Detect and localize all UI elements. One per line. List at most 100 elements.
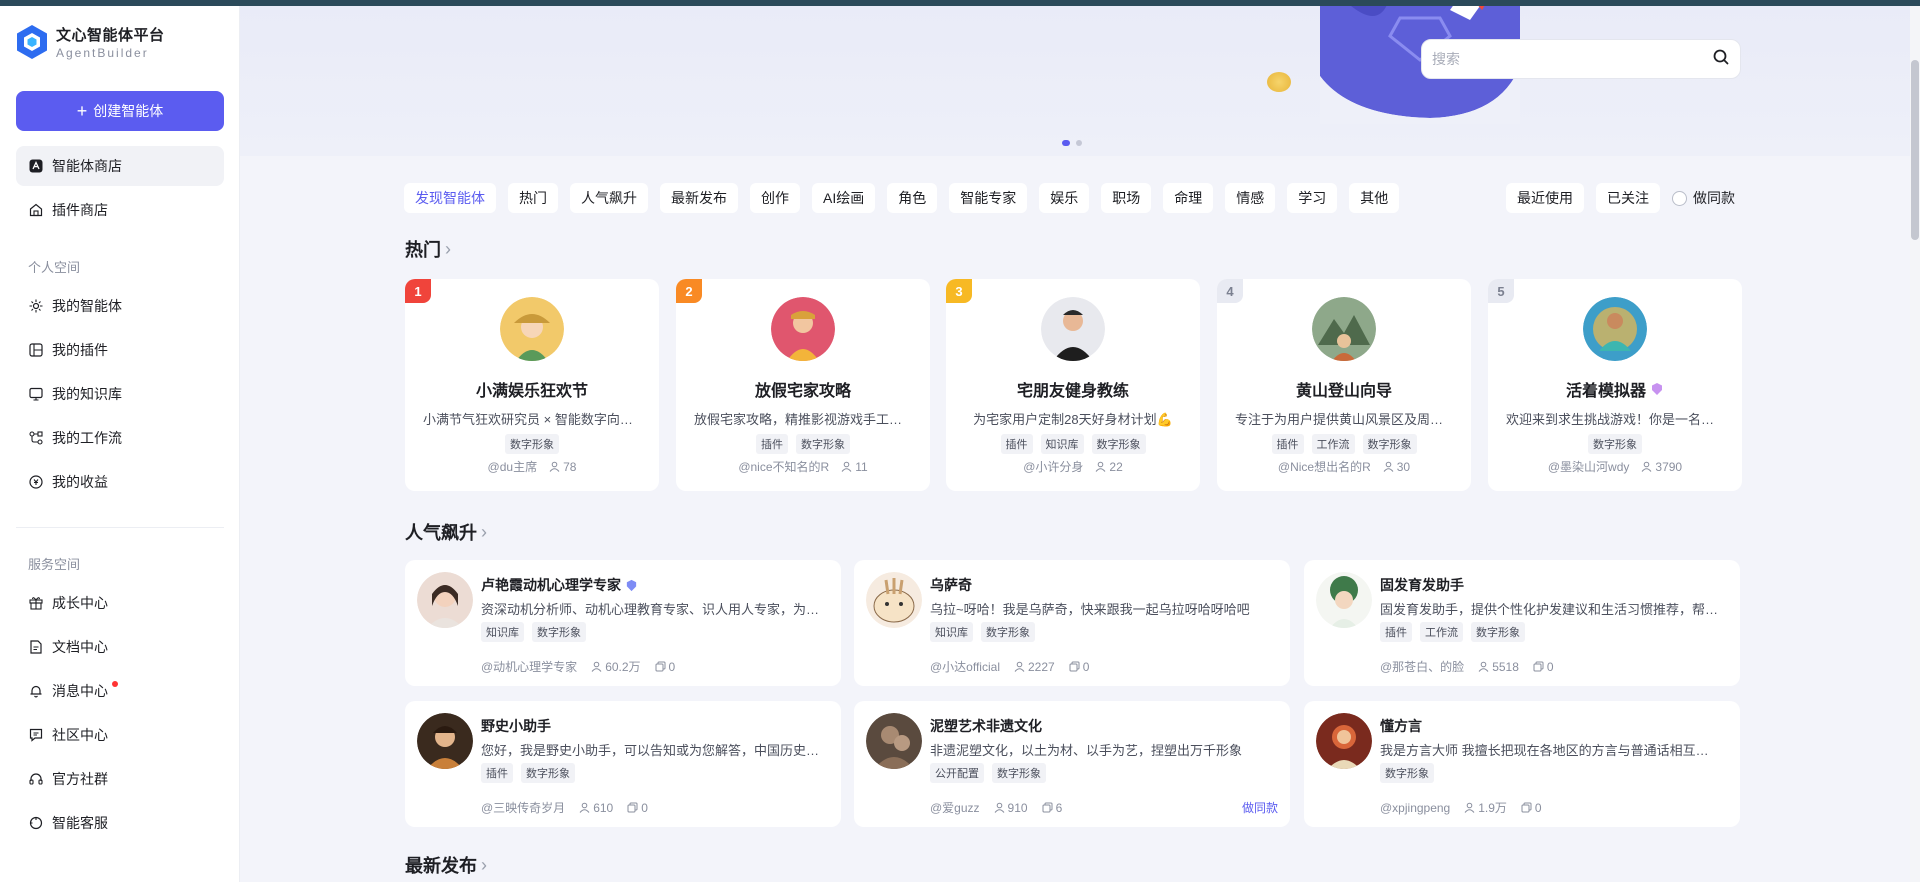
agent-author[interactable]: @那苍白、的脸 — [1380, 658, 1464, 675]
agent-name: 宅朋友健身教练 — [1016, 383, 1129, 400]
popular-agent-card[interactable]: 懂方言 我是方言大师 我擅长把现在各地区的方言与普通话相互转换 数字形象 @xp… — [1304, 701, 1740, 827]
popular-agent-card[interactable]: 卢艳霞动机心理学专家 资深动机分析师、动机心理教育专家、识人用人专家，为你答疑 … — [405, 560, 841, 686]
sidebar-item-agent-store[interactable]: 智能体商店 — [16, 146, 224, 186]
sidebar-item-message-center[interactable]: 消息中心 — [16, 671, 224, 711]
agent-name: 野史小助手 — [481, 718, 551, 734]
knowledge-icon — [28, 386, 44, 402]
sidebar-item-my-earnings[interactable]: 我的收益 — [16, 462, 224, 502]
agent-author[interactable]: @xpjingpeng — [1380, 799, 1450, 816]
sidebar-item-doc-center[interactable]: 文档中心 — [16, 627, 224, 667]
hot-agent-card[interactable]: 4 黄山登山向导 专注于为用户提供黄山风景区及周边旅游信息 插件 工作流 数字形… — [1217, 279, 1471, 491]
filter-chip-expert[interactable]: 智能专家 — [949, 183, 1028, 213]
make-same-radio[interactable] — [1672, 190, 1687, 206]
agent-description: 非遗泥塑文化，以土为材、以手为艺，捏塑出万千形象 — [930, 743, 1243, 758]
sidebar-item-label: 插件商店 — [52, 202, 108, 218]
agent-copy-count: 0 — [627, 799, 648, 816]
sidebar-item-my-agents[interactable]: 我的智能体 — [16, 286, 224, 326]
agent-tag: 数字形象 — [1588, 434, 1642, 454]
workflow-icon — [28, 430, 44, 446]
make-same-toggle[interactable]: 做同款 — [1672, 188, 1735, 208]
gift-icon — [28, 595, 44, 611]
agent-meta: @三映传奇岁月 610 0 — [481, 799, 662, 816]
filter-chip-workplace[interactable]: 职场 — [1101, 183, 1152, 213]
agent-tag: 插件 — [1271, 434, 1304, 454]
section-title-rising[interactable]: 人气飙升 › — [405, 519, 487, 545]
agent-avatar — [500, 297, 564, 361]
sidebar-item-label: 我的收益 — [52, 474, 108, 490]
verified-badge-icon — [1652, 383, 1662, 395]
popular-agent-card[interactable]: 野史小助手 您好，我是野史小助手，可以告知或为您解答，中国历史上的野史 插件 数… — [405, 701, 841, 827]
agent-description: 欢迎来到求生挑战游戏！你是一名幸存者 — [1506, 412, 1724, 427]
filter-chip-entertainment[interactable]: 娱乐 — [1039, 183, 1090, 213]
popular-agent-card[interactable]: 固发育发助手 固发育发助手，提供个性化护发建议和生活习惯推荐，帮你养出好发 插件… — [1304, 560, 1740, 686]
agent-author[interactable]: @墨染山河wdy — [1548, 458, 1630, 475]
agent-avatar — [417, 713, 473, 769]
filter-chip-emotion[interactable]: 情感 — [1225, 183, 1276, 213]
popular-agent-card[interactable]: 泥塑艺术非遗文化 非遗泥塑文化，以土为材、以手为艺，捏塑出万千形象 公开配置 数… — [854, 701, 1290, 827]
filter-chip-creation[interactable]: 创作 — [750, 183, 800, 213]
agent-author[interactable]: @动机心理学专家 — [481, 658, 577, 675]
agent-description: 乌拉~呀哈！我是乌萨奇，快来跟我一起乌拉呀哈呀哈吧 — [930, 602, 1250, 617]
filter-chip-discover[interactable]: 发现智能体 — [404, 183, 496, 213]
agent-avatar — [1041, 297, 1105, 361]
agent-author[interactable]: @nice不知名的R — [738, 458, 829, 475]
agent-copy-count: 0 — [1069, 658, 1089, 675]
make-same-link[interactable]: 做同款 — [1242, 799, 1278, 816]
filter-chip-other[interactable]: 其他 — [1349, 183, 1400, 213]
hero-banner[interactable] — [240, 6, 1910, 156]
banner-dot-active[interactable] — [1062, 140, 1070, 146]
user-icon — [591, 661, 602, 672]
agent-copy-count: 6 — [1042, 799, 1062, 816]
recent-used-button[interactable]: 最近使用 — [1506, 183, 1584, 213]
user-icon — [994, 802, 1004, 813]
sidebar-item-community-center[interactable]: 社区中心 — [16, 715, 224, 755]
filter-chip-ai-painting[interactable]: AI绘画 — [812, 183, 876, 213]
user-icon — [1096, 461, 1106, 472]
sidebar-item-my-knowledge[interactable]: 我的知识库 — [16, 374, 224, 414]
hot-agent-card[interactable]: 1 小满娱乐狂欢节 小满节气狂欢研究员 × 智能数字向导，欢迎来体验 数字形象 … — [405, 279, 659, 491]
filter-chip-role[interactable]: 角色 — [887, 183, 938, 213]
filter-chip-hot[interactable]: 热门 — [508, 183, 558, 213]
agent-author[interactable]: @小达official — [930, 658, 1000, 675]
section-title-text: 最新发布 — [405, 856, 477, 876]
sidebar-item-growth-center[interactable]: 成长中心 — [16, 583, 224, 623]
banner-pagination — [1062, 140, 1088, 146]
filter-chip-fortune[interactable]: 命理 — [1163, 183, 1214, 213]
search-icon[interactable] — [1712, 48, 1730, 71]
hot-agent-card[interactable]: 5 活着模拟器 欢迎来到求生挑战游戏！你是一名幸存者 数字形象 @墨染山河wdy… — [1488, 279, 1742, 491]
sidebar-item-label: 我的知识库 — [52, 386, 122, 402]
brand-logo[interactable]: 文心智能体平台 AgentBuilder — [16, 24, 165, 60]
hot-agent-card[interactable]: 3 宅朋友健身教练 为宅家用户定制28天好身材计划💪 插件 知识库 数字形象 @… — [946, 279, 1200, 491]
chevron-right-icon: › — [445, 238, 451, 259]
section-title-newest[interactable]: 最新发布 › — [405, 852, 487, 878]
agent-tags: 插件 知识库 数字形象 — [946, 434, 1200, 454]
filter-chip-rising[interactable]: 人气飙升 — [570, 183, 648, 213]
agent-name: 卢艳霞动机心理学专家 — [481, 575, 638, 595]
banner-dot[interactable] — [1076, 140, 1082, 146]
sidebar-item-official-group[interactable]: 官方社群 — [16, 759, 224, 799]
section-title-hot[interactable]: 热门 › — [405, 236, 451, 262]
scrollbar-thumb[interactable] — [1911, 60, 1919, 240]
create-agent-button[interactable]: + 创建智能体 — [16, 91, 224, 131]
agent-author[interactable]: @爱guzz — [930, 799, 980, 816]
search-input[interactable] — [1432, 51, 1712, 67]
sidebar-item-smart-support[interactable]: 智能客服 — [16, 803, 224, 843]
create-agent-label: 创建智能体 — [93, 103, 164, 119]
search-box[interactable] — [1421, 39, 1741, 79]
followed-button[interactable]: 已关注 — [1596, 183, 1660, 213]
agent-author[interactable]: @Nice想出名的R — [1278, 458, 1371, 475]
sidebar-item-my-workflow[interactable]: 我的工作流 — [16, 418, 224, 458]
sidebar-item-plugin-store[interactable]: 插件商店 — [16, 190, 224, 230]
agent-author[interactable]: @小许分身 — [1023, 458, 1083, 475]
filter-chip-newest[interactable]: 最新发布 — [660, 183, 738, 213]
sidebar-item-label: 智能客服 — [52, 815, 108, 831]
hot-agent-card[interactable]: 2 放假宅家攻略 放假宅家攻略，精推影视游戏手工美食 插件 数字形象 @nice… — [676, 279, 930, 491]
popular-agent-card[interactable]: 乌萨奇 乌拉~呀哈！我是乌萨奇，快来跟我一起乌拉呀哈呀哈吧 知识库 数字形象 @… — [854, 560, 1290, 686]
agent-author[interactable]: @三映传奇岁月 — [481, 799, 565, 816]
agent-tag: 数字形象 — [981, 622, 1035, 642]
sidebar-item-my-plugins[interactable]: 我的插件 — [16, 330, 224, 370]
agent-icon — [28, 298, 44, 314]
agent-author[interactable]: @du主席 — [488, 458, 538, 475]
filter-chip-study[interactable]: 学习 — [1287, 183, 1338, 213]
user-icon — [1464, 802, 1475, 813]
